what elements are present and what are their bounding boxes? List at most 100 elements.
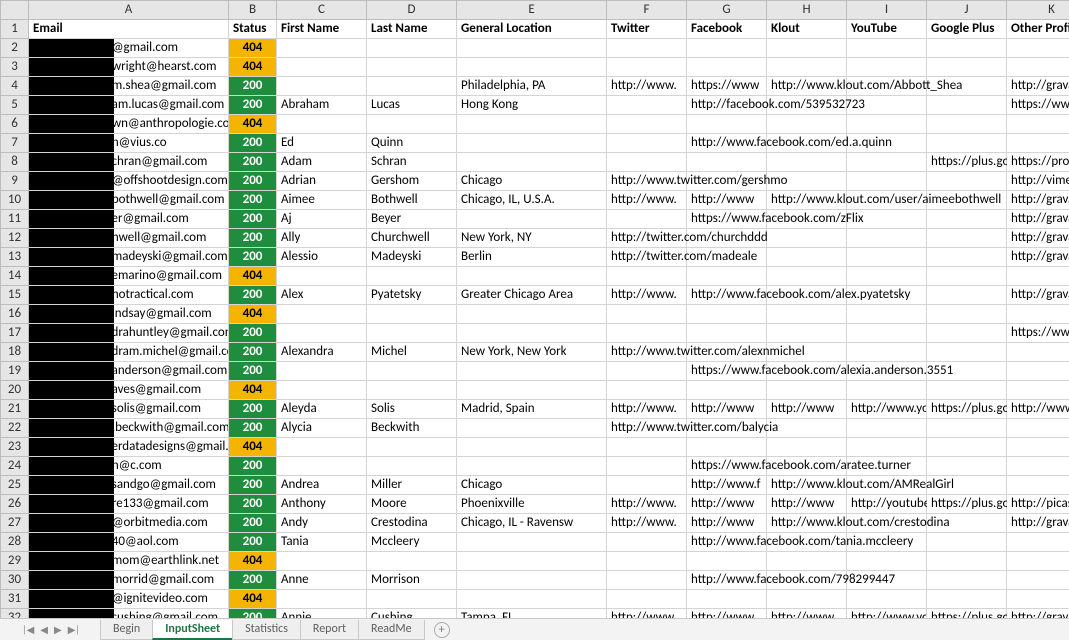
cell[interactable]: https://plus.goo [927, 153, 1007, 172]
cell[interactable]: xxxxxxxxxxxxxx@gmail.com [29, 39, 229, 58]
cell[interactable]: http://gravatar.com [1007, 210, 1069, 229]
cell[interactable] [767, 324, 847, 343]
cell[interactable] [277, 115, 367, 134]
cell[interactable] [367, 438, 457, 457]
cell[interactable] [847, 381, 927, 400]
column-header[interactable]: B [229, 1, 277, 20]
cell[interactable]: xxxxxxxxxxxxxxdrahuntley@gmail.com [29, 324, 229, 343]
cell[interactable] [607, 381, 687, 400]
cell[interactable] [457, 457, 607, 476]
cell[interactable] [607, 153, 687, 172]
status-cell[interactable]: 200 [229, 533, 277, 552]
cell[interactable]: Other Profiles [1007, 20, 1069, 39]
row-header[interactable]: 22 [1, 419, 29, 438]
row-header[interactable]: 15 [1, 286, 29, 305]
cell[interactable] [607, 267, 687, 286]
cell[interactable]: http://www [687, 495, 767, 514]
cell[interactable]: Schran [367, 153, 457, 172]
cell[interactable]: xxxxxxxxxxxxxxerdatadesigns@gmail.com [29, 438, 229, 457]
cell[interactable] [457, 305, 607, 324]
cell[interactable]: xxxxxxxxxxxxxxm.shea@gmail.com [29, 77, 229, 96]
cell[interactable]: http://twitter.com/churchddd [607, 229, 687, 248]
cell[interactable]: http://www.f [687, 476, 767, 495]
cell[interactable]: xxxxxxxxxxxxxxhotractical.com [29, 286, 229, 305]
cell[interactable] [607, 533, 687, 552]
status-cell[interactable]: 404 [229, 381, 277, 400]
cell[interactable] [607, 362, 687, 381]
cell[interactable] [847, 438, 927, 457]
cell[interactable]: Chicago, IL, U.S.A. [457, 191, 607, 210]
cell[interactable] [927, 533, 1007, 552]
cell[interactable]: Alessio [277, 248, 367, 267]
row-header[interactable]: 5 [1, 96, 29, 115]
cell[interactable]: Crestodina [367, 514, 457, 533]
cell[interactable] [277, 590, 367, 609]
status-cell[interactable]: 200 [229, 419, 277, 438]
status-cell[interactable]: 200 [229, 571, 277, 590]
cell[interactable] [1007, 134, 1069, 153]
cell[interactable]: https://www.foursq [1007, 96, 1069, 115]
cell[interactable] [767, 153, 847, 172]
cell[interactable] [367, 457, 457, 476]
cell[interactable]: http://www.klout.com/AMRealGirl [767, 476, 847, 495]
cell[interactable]: http://www.klout.com/Abbott_Shea [767, 77, 847, 96]
cell[interactable] [687, 58, 767, 77]
cell[interactable]: New York, NY [457, 229, 607, 248]
cell[interactable] [687, 39, 767, 58]
cell[interactable] [767, 267, 847, 286]
sheet-tab[interactable]: Report [300, 620, 359, 640]
row-header[interactable]: 16 [1, 305, 29, 324]
cell[interactable]: Last Name [367, 20, 457, 39]
cell[interactable] [927, 39, 1007, 58]
row-header[interactable]: 7 [1, 134, 29, 153]
cell[interactable] [277, 324, 367, 343]
select-all-corner[interactable] [1, 1, 29, 20]
cell[interactable]: xxxxxxxxxxxxxxam.lucas@gmail.com [29, 96, 229, 115]
cell[interactable] [607, 134, 687, 153]
cell[interactable]: Abraham [277, 96, 367, 115]
cell[interactable] [927, 343, 1007, 362]
cell[interactable]: Quinn [367, 134, 457, 153]
status-cell[interactable]: 404 [229, 39, 277, 58]
cell[interactable] [687, 590, 767, 609]
row-header[interactable]: 20 [1, 381, 29, 400]
status-cell[interactable]: 200 [229, 400, 277, 419]
cell[interactable] [847, 590, 927, 609]
cell[interactable] [367, 115, 457, 134]
row-header[interactable]: 24 [1, 457, 29, 476]
cell[interactable] [687, 267, 767, 286]
cell[interactable]: http://www.facebook.com/ed.a.quinn [687, 134, 767, 153]
cell[interactable]: xxxxxxxxxxxxxxn@vius.co [29, 134, 229, 153]
cell[interactable]: http://www [687, 514, 767, 533]
cell[interactable]: https://www.foursq [1007, 324, 1069, 343]
cell[interactable] [607, 324, 687, 343]
cell[interactable] [847, 552, 927, 571]
grid[interactable]: ABCDEFGHIJK 1EmailStatusFirst NameLast N… [0, 0, 1069, 640]
cell[interactable]: http://gravatar.com [1007, 191, 1069, 210]
cell[interactable] [367, 381, 457, 400]
cell[interactable]: Alex [277, 286, 367, 305]
cell[interactable]: https://www [687, 77, 767, 96]
cell[interactable]: http://youtube [847, 495, 927, 514]
cell[interactable]: Email [29, 20, 229, 39]
row-header[interactable]: 21 [1, 400, 29, 419]
row-header[interactable]: 4 [1, 77, 29, 96]
cell[interactable]: xxxxxxxxxxxxxx.beckwith@gmail.com [29, 419, 229, 438]
cell[interactable] [1007, 267, 1069, 286]
cell[interactable] [607, 115, 687, 134]
status-cell[interactable]: 200 [229, 476, 277, 495]
row-header[interactable]: 27 [1, 514, 29, 533]
cell[interactable] [847, 39, 927, 58]
cell[interactable] [1007, 419, 1069, 438]
status-cell[interactable]: 404 [229, 552, 277, 571]
column-header[interactable]: K [1007, 1, 1069, 20]
row-header[interactable]: 26 [1, 495, 29, 514]
cell[interactable]: xxxxxxxxxxxxxxre133@gmail.com [29, 495, 229, 514]
cell[interactable]: http://www. [607, 495, 687, 514]
cell[interactable]: General Location [457, 20, 607, 39]
cell[interactable]: http://www.twitter.com/alexnmichel [607, 343, 687, 362]
cell[interactable]: xxxxxxxxxxxxxx40@aol.com [29, 533, 229, 552]
cell[interactable] [277, 305, 367, 324]
cell[interactable] [457, 438, 607, 457]
cell[interactable] [927, 58, 1007, 77]
